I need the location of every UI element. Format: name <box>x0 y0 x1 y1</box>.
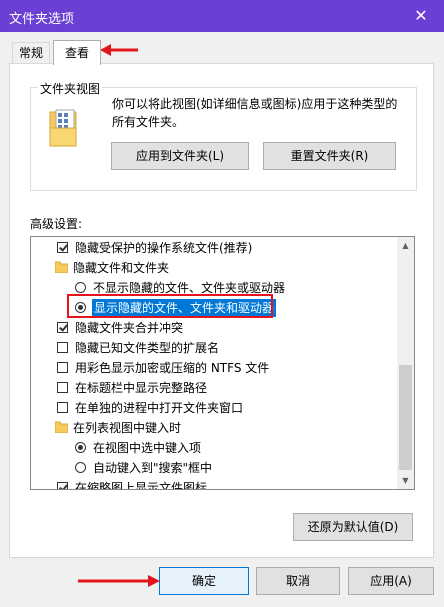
checkbox-separate-process[interactable] <box>57 402 68 413</box>
apply-button[interactable]: 应用(A) <box>348 567 434 595</box>
title-bar: 文件夹选项 ✕ <box>0 0 444 32</box>
radio-select-typed-item[interactable] <box>75 442 86 453</box>
annotation-arrow-icon <box>78 575 160 587</box>
checkbox-hide-folder-merge-conflicts[interactable] <box>57 322 68 333</box>
folder-icon <box>55 421 68 433</box>
tab-general[interactable]: 常规 <box>12 42 50 63</box>
annotation-arrow-icon <box>100 44 138 56</box>
ok-button[interactable]: 确定 <box>159 567 249 595</box>
checkbox-hide-protected-os-files[interactable] <box>57 242 68 253</box>
scroll-down-icon[interactable]: ▼ <box>397 472 414 489</box>
window-title: 文件夹选项 <box>9 12 75 27</box>
advanced-settings-tree: 隐藏受保护的操作系统文件(推荐) 隐藏文件和文件夹 不显示隐藏的文件、文件夹或驱… <box>30 236 415 490</box>
annotation-highlight-box <box>67 294 273 318</box>
restore-defaults-button[interactable]: 还原为默认值(D) <box>293 513 413 541</box>
folder-views-description: 你可以将此视图(如详细信息或图标)应用于这种类型的所有文件夹。 <box>112 97 398 129</box>
tab-view[interactable]: 查看 <box>53 40 101 65</box>
checkbox-thumbnail-icons[interactable] <box>57 482 68 489</box>
checkbox-color-ntfs[interactable] <box>57 362 68 373</box>
checkbox-hide-extensions[interactable] <box>57 342 68 353</box>
checkbox-full-path[interactable] <box>57 382 68 393</box>
scroll-up-icon[interactable]: ▲ <box>397 237 414 254</box>
vertical-scrollbar[interactable]: ▲ ▼ <box>397 237 414 489</box>
apply-to-folders-button[interactable]: 应用到文件夹(L) <box>111 142 249 170</box>
reset-folders-button[interactable]: 重置文件夹(R) <box>263 142 396 170</box>
scroll-thumb[interactable] <box>399 365 412 470</box>
close-icon[interactable]: ✕ <box>398 0 444 32</box>
radio-type-into-search[interactable] <box>75 462 86 473</box>
folder-views-title: 文件夹视图 <box>38 80 103 97</box>
radio-dont-show-hidden[interactable] <box>75 282 86 293</box>
advanced-settings-label: 高级设置: <box>30 217 83 231</box>
folder-icon <box>55 261 68 273</box>
cancel-button[interactable]: 取消 <box>256 567 340 595</box>
folder-views-icon <box>49 109 77 147</box>
